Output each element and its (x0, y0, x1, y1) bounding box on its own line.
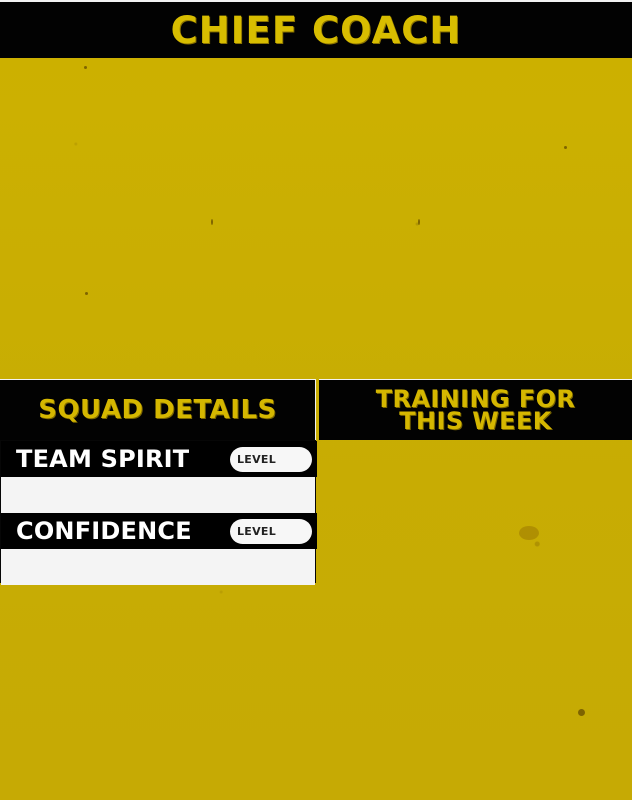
team-spirit-level-label: LEVEL (237, 453, 277, 466)
page-title: CHIEF COACH (170, 8, 462, 52)
training-week-title: TRAINING FOR THIS WEEK (376, 387, 576, 435)
team-spirit-label: TEAM SPIRIT (16, 445, 190, 473)
background-speck (418, 219, 420, 225)
team-spirit-level-field[interactable]: LEVEL (230, 447, 312, 472)
background-speck (211, 219, 213, 225)
squad-details-header: SQUAD DETAILS (0, 379, 316, 440)
team-spirit-notes-field[interactable] (1, 478, 315, 513)
training-title-line-2: THIS WEEK (399, 407, 552, 435)
team-spirit-row: TEAM SPIRIT LEVEL (1, 441, 317, 477)
background-speck (85, 292, 88, 295)
background-speck (578, 709, 585, 716)
background-speck (84, 66, 87, 69)
squad-details-panel: TEAM SPIRIT LEVEL CONFIDENCE LEVEL (0, 440, 317, 585)
training-week-header: TRAINING FOR THIS WEEK (319, 379, 632, 440)
confidence-row: CONFIDENCE LEVEL (1, 513, 317, 549)
confidence-level-field[interactable]: LEVEL (230, 519, 312, 544)
confidence-level-label: LEVEL (237, 525, 277, 538)
confidence-notes-field[interactable] (1, 550, 315, 585)
page-title-bar: CHIEF COACH (0, 0, 632, 58)
squad-details-title: SQUAD DETAILS (38, 395, 277, 425)
background-speck (519, 526, 539, 540)
background-speck (564, 146, 567, 149)
confidence-label: CONFIDENCE (16, 517, 192, 545)
